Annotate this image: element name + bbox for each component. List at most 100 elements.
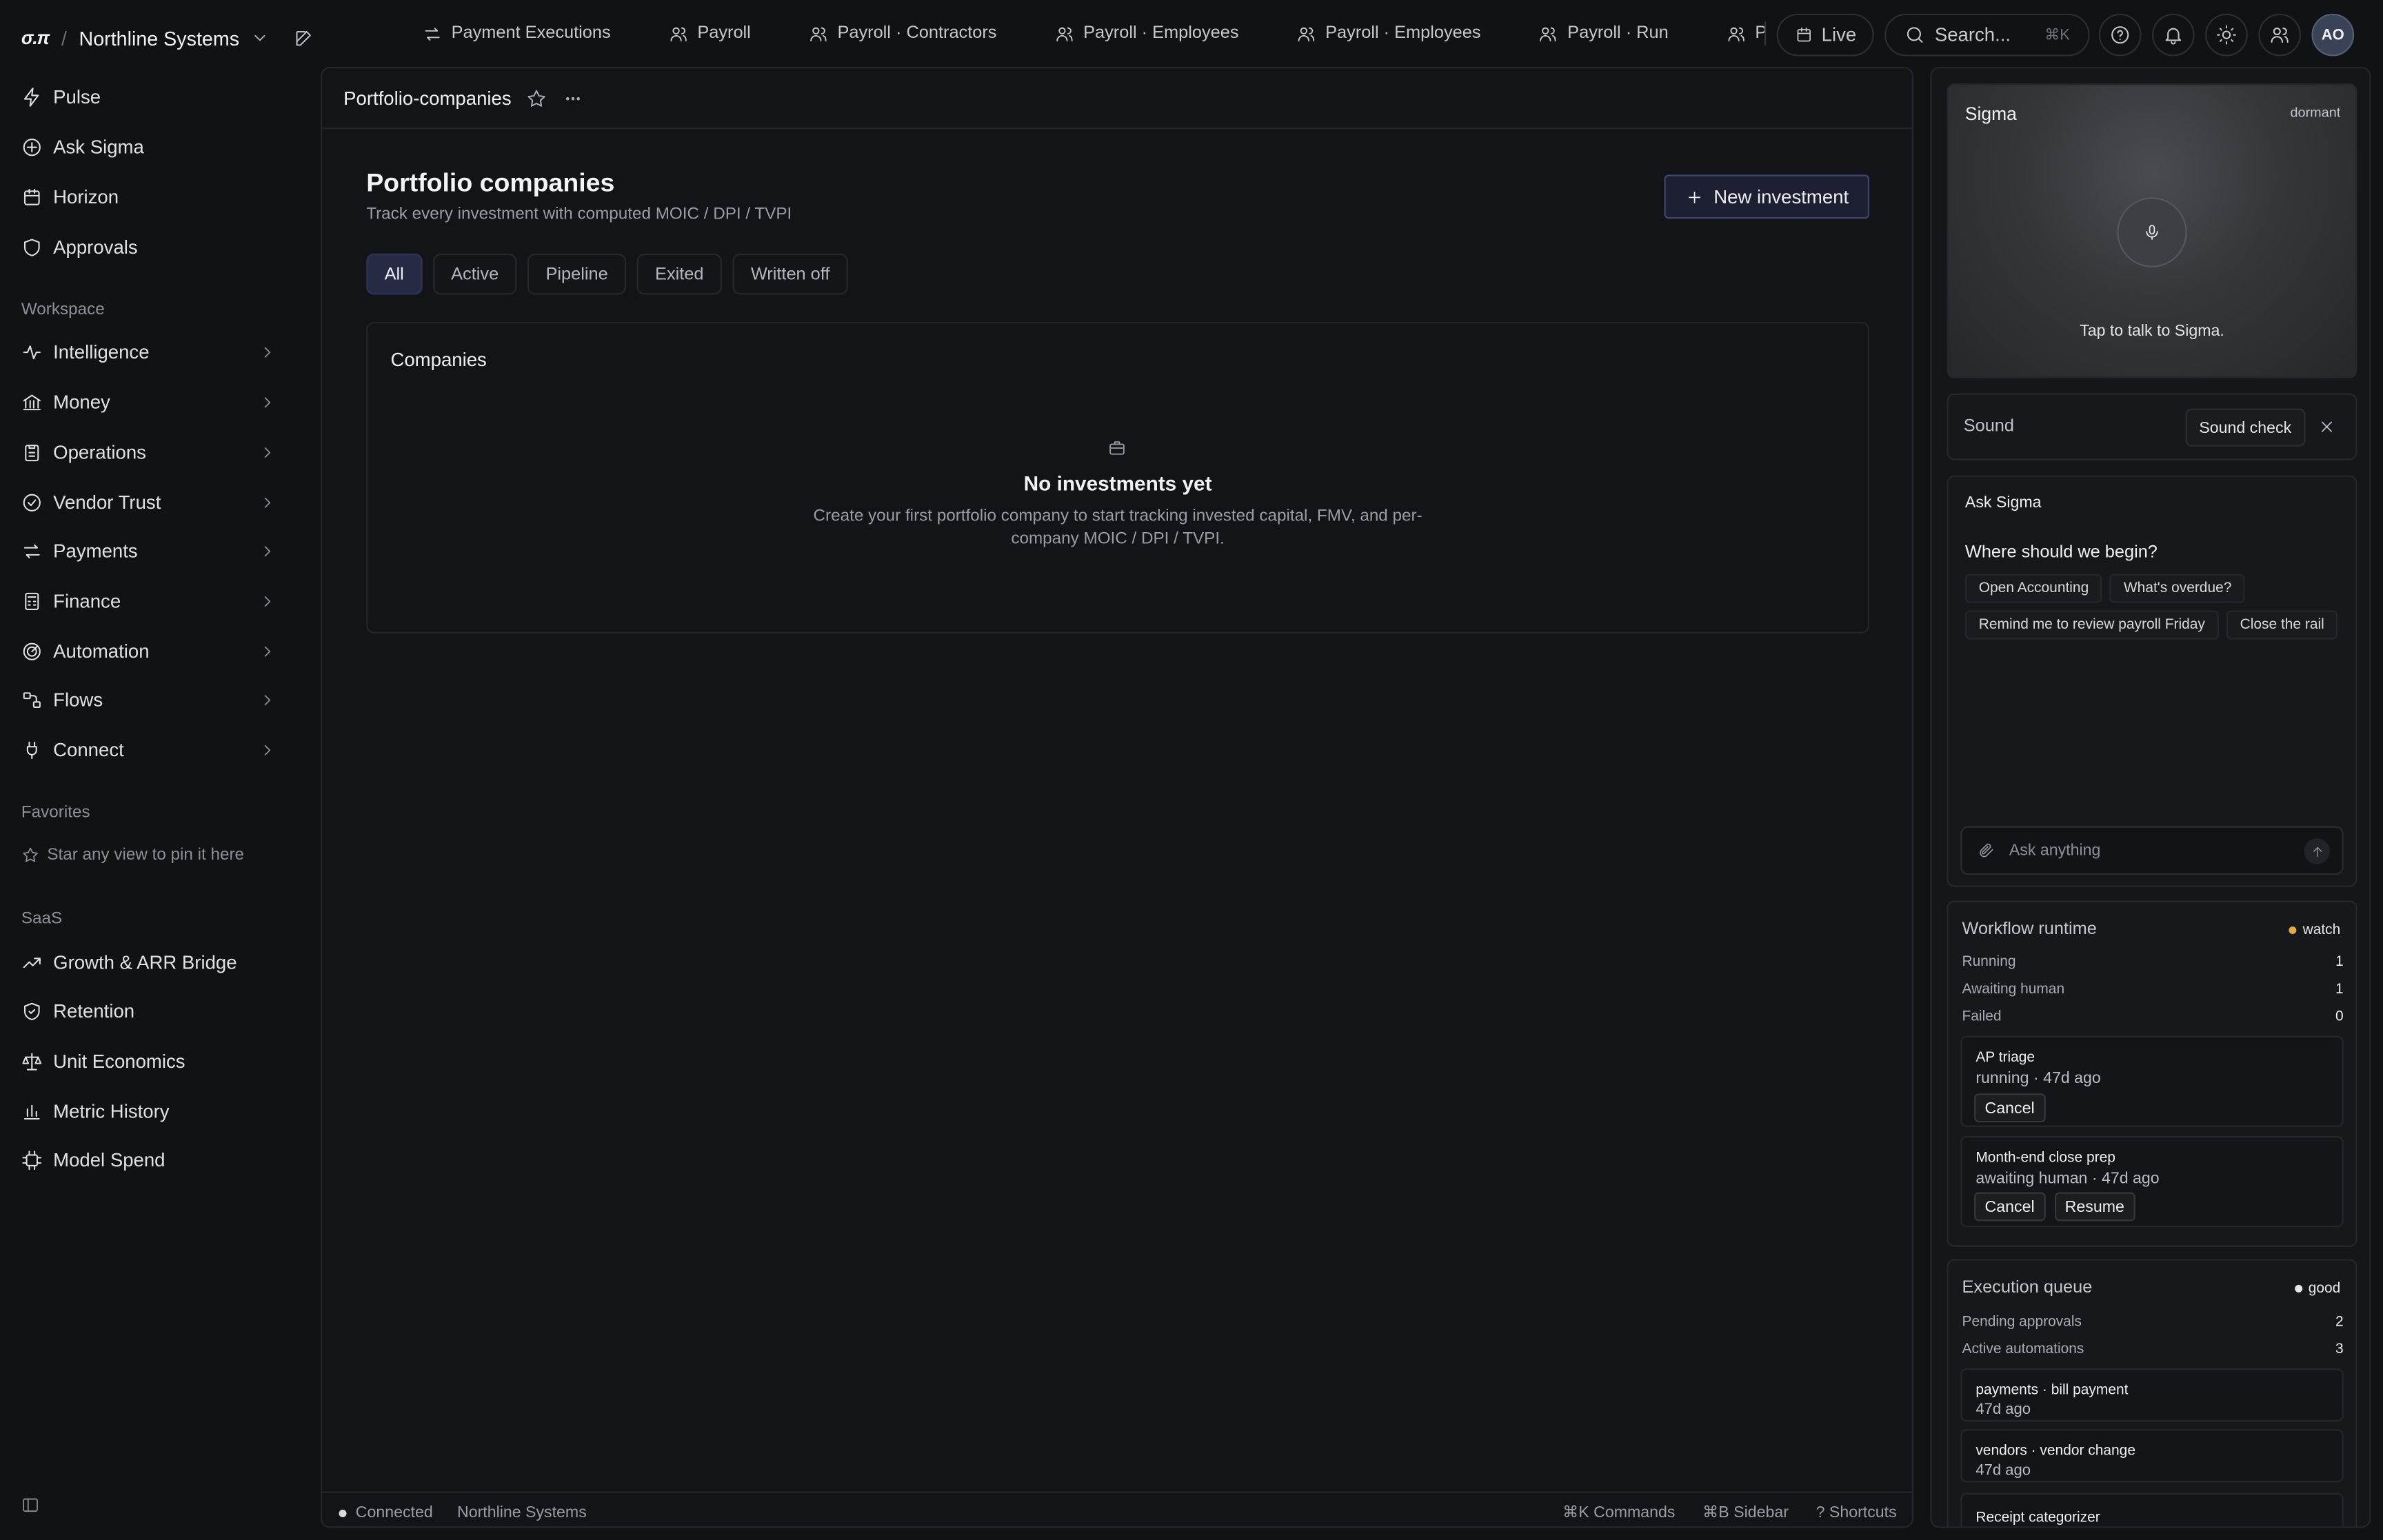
paperclip-icon[interactable] bbox=[1978, 842, 1995, 860]
org-switcher[interactable]: σ.π / Northline Systems bbox=[21, 21, 270, 54]
arrow-up-icon bbox=[2309, 844, 2324, 859]
sidebar-item-vendor-trust[interactable]: Vendor Trust bbox=[21, 485, 283, 521]
sidebar-item-model-spend[interactable]: Model Spend bbox=[21, 1142, 283, 1179]
chevron-right-icon bbox=[259, 443, 276, 461]
workflow-runtime-card: Workflow runtime watch Running 1 Awaitin… bbox=[1947, 900, 2357, 1247]
sidebar-item-finance[interactable]: Finance bbox=[21, 583, 283, 620]
stat-label: Running bbox=[1962, 953, 2016, 971]
ask-input[interactable]: Ask anything bbox=[1960, 826, 2344, 875]
chevron-right-icon bbox=[259, 691, 276, 709]
star-icon[interactable] bbox=[527, 88, 548, 109]
sidebar-item-operations[interactable]: Operations bbox=[21, 434, 283, 471]
queue-item[interactable]: payments · bill payment 47d ago bbox=[1960, 1368, 2344, 1422]
sound-label: Sound bbox=[1963, 417, 2015, 436]
sidebar-item-pulse[interactable]: Pulse bbox=[21, 79, 283, 116]
microphone-button[interactable] bbox=[2117, 197, 2187, 267]
page-title: Portfolio companies bbox=[366, 168, 615, 198]
sidebar-item-unit-economics[interactable]: Unit Economics bbox=[21, 1044, 283, 1080]
sidebar-item-money[interactable]: Money bbox=[21, 384, 283, 421]
team-button[interactable] bbox=[2258, 13, 2302, 57]
sidebar-item-label: Ask Sigma bbox=[53, 136, 144, 159]
filter-all[interactable]: All bbox=[366, 253, 423, 295]
cancel-button[interactable]: Cancel bbox=[1974, 1192, 2046, 1222]
stat-label: Awaiting human bbox=[1962, 981, 2065, 998]
chevron-down-icon bbox=[252, 29, 270, 47]
tab-label: Payroll bbox=[697, 24, 751, 43]
tab-label: Payment Executions bbox=[451, 24, 611, 43]
cancel-button[interactable]: Cancel bbox=[1974, 1093, 2046, 1123]
queue-item[interactable]: Receipt categorizer bbox=[1960, 1492, 2344, 1527]
resume-button[interactable]: Resume bbox=[2054, 1192, 2135, 1222]
top-bar: Payment Executions Payroll Payroll · Con… bbox=[319, 0, 2383, 67]
tab-payroll-truncated[interactable]: Payroll bbox=[1726, 23, 1764, 43]
commands-shortcut[interactable]: ⌘K Commands bbox=[1562, 1503, 1675, 1521]
filter-pipeline[interactable]: Pipeline bbox=[527, 253, 627, 295]
avatar[interactable]: AO bbox=[2311, 13, 2355, 57]
tab-payroll-run[interactable]: Payroll · Run bbox=[1538, 23, 1726, 43]
sidebar-item-connect[interactable]: Connect bbox=[21, 732, 283, 769]
microphone-icon bbox=[2143, 223, 2161, 241]
search-icon bbox=[1904, 24, 1926, 45]
suggestion-chip[interactable]: Close the rail bbox=[2226, 610, 2338, 640]
plug-icon bbox=[21, 740, 43, 761]
shortcuts-help[interactable]: ? Shortcuts bbox=[1816, 1503, 1897, 1521]
suggestion-chip[interactable]: Open Accounting bbox=[1964, 574, 2103, 603]
help-button[interactable] bbox=[2098, 13, 2142, 57]
suggestion-chip[interactable]: Remind me to review payroll Friday bbox=[1964, 610, 2219, 640]
tab-payroll[interactable]: Payroll bbox=[668, 23, 808, 43]
transfer-icon bbox=[423, 23, 443, 43]
sidebar-item-payments[interactable]: Payments bbox=[21, 533, 283, 569]
sidebar-item-intelligence[interactable]: Intelligence bbox=[21, 334, 283, 371]
tab-payroll-contractors[interactable]: Payroll · Contractors bbox=[809, 23, 1055, 43]
theme-toggle-button[interactable] bbox=[2205, 13, 2248, 57]
tab-payroll-employees[interactable]: Payroll · Employees bbox=[1054, 23, 1296, 43]
live-button[interactable]: Live bbox=[1776, 13, 1874, 57]
sound-check-button[interactable]: Sound check bbox=[2185, 408, 2305, 447]
queue-item-time: 47d ago bbox=[1975, 1462, 2031, 1479]
pulse-icon bbox=[21, 342, 43, 363]
execution-queue-card: Execution queue good Pending approvals 2… bbox=[1947, 1259, 2357, 1527]
sidebar-item-growth-arr-bridge[interactable]: Growth & ARR Bridge bbox=[21, 944, 283, 981]
sidebar-item-horizon[interactable]: Horizon bbox=[21, 179, 283, 216]
bank-icon bbox=[21, 392, 43, 413]
queue-item[interactable]: vendors · vendor change 47d ago bbox=[1960, 1429, 2344, 1483]
stat-row: Running 1 bbox=[1962, 954, 2343, 971]
sidebar-item-automation[interactable]: Automation bbox=[21, 634, 283, 670]
chevron-right-icon bbox=[259, 592, 276, 610]
filter-written-off[interactable]: Written off bbox=[732, 253, 848, 295]
companies-title: Companies bbox=[390, 349, 487, 371]
suggestion-chip[interactable]: What's overdue? bbox=[2110, 574, 2246, 603]
sidebar-item-flows[interactable]: Flows bbox=[21, 682, 283, 718]
help-icon bbox=[2109, 24, 2131, 45]
workflow-status: awaiting human · 47d ago bbox=[1975, 1169, 2160, 1188]
sidebar-item-label: Vendor Trust bbox=[53, 492, 161, 514]
breadcrumb: Portfolio-companies bbox=[322, 68, 1912, 130]
notifications-button[interactable] bbox=[2152, 13, 2195, 57]
filter-exited[interactable]: Exited bbox=[636, 253, 722, 295]
stat-label: Failed bbox=[1962, 1008, 2002, 1026]
tab-payment-executions[interactable]: Payment Executions bbox=[423, 23, 669, 43]
search-input[interactable]: Search... ⌘K bbox=[1884, 13, 2090, 57]
calendar-icon bbox=[1794, 26, 1812, 43]
ask-question: Where should we begin? bbox=[1964, 543, 2158, 563]
sidebar-item-ask-sigma[interactable]: Ask Sigma bbox=[21, 129, 283, 165]
flow-icon bbox=[21, 689, 43, 711]
close-icon[interactable] bbox=[2317, 418, 2335, 436]
more-icon[interactable] bbox=[563, 88, 585, 109]
workflow-name: AP triage bbox=[1975, 1049, 2035, 1066]
sidebar-item-approvals[interactable]: Approvals bbox=[21, 230, 283, 266]
new-investment-button[interactable]: New investment bbox=[1664, 174, 1870, 219]
status-filters: All Active Pipeline Exited Written off bbox=[366, 253, 848, 295]
sidebar-shortcut[interactable]: ⌘B Sidebar bbox=[1702, 1503, 1789, 1521]
tab-payroll-employees-2[interactable]: Payroll · Employees bbox=[1296, 23, 1538, 43]
sidebar-toggle-icon[interactable] bbox=[21, 1496, 39, 1514]
voice-state: dormant bbox=[2290, 105, 2341, 121]
sidebar-item-metric-history[interactable]: Metric History bbox=[21, 1093, 283, 1130]
send-button[interactable] bbox=[2304, 838, 2330, 864]
filter-active[interactable]: Active bbox=[432, 253, 517, 295]
shield-icon bbox=[21, 237, 43, 259]
sidebar-item-retention[interactable]: Retention bbox=[21, 993, 283, 1030]
compose-icon[interactable] bbox=[293, 28, 314, 49]
section-label-workspace: Workspace bbox=[21, 301, 105, 319]
stat-row: Awaiting human 1 bbox=[1962, 981, 2343, 997]
